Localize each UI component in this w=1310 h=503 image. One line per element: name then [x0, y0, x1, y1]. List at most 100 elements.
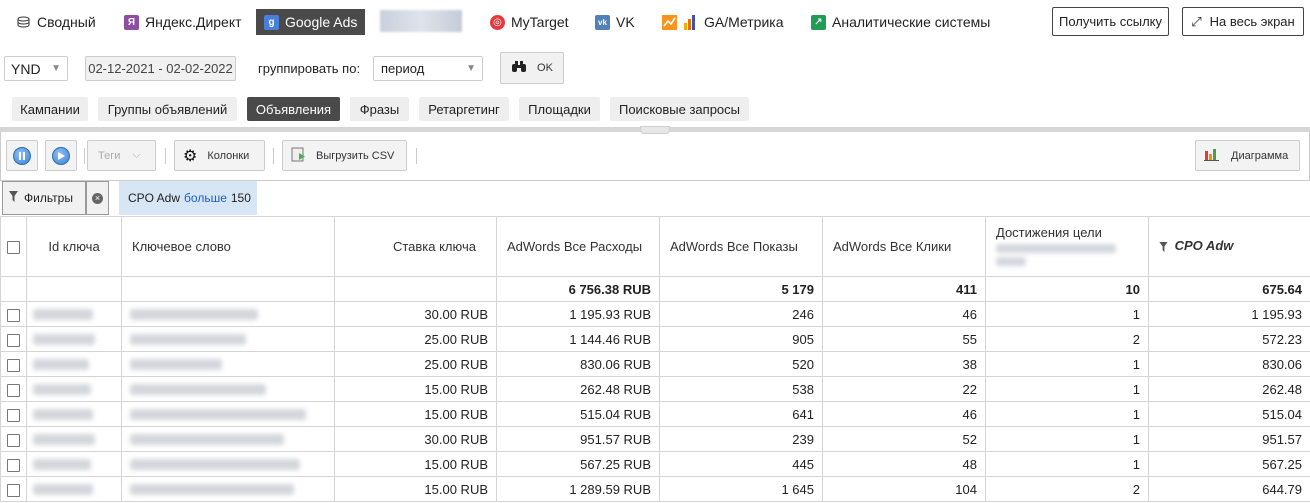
nav-item-vk[interactable]: vk VK	[595, 10, 635, 34]
cell-bid[interactable]: 15.00 RUB	[334, 401, 497, 427]
tab-label: Кампании	[20, 101, 80, 117]
tab-retargeting[interactable]: Ретаргетинг	[419, 97, 509, 121]
tab-search-queries[interactable]: Поисковые запросы	[610, 97, 749, 121]
tab-label: Группы объявлений	[107, 101, 228, 117]
cell-spend: 567.25 RUB	[496, 451, 660, 477]
tab-label: Фразы	[359, 101, 400, 117]
table-row[interactable]: 15.00 RUB 567.25 RUB 445 48 1 567.25	[0, 451, 1310, 477]
table-row[interactable]: 15.00 RUB 515.04 RUB 641 46 1 515.04	[0, 401, 1310, 427]
tab-ads[interactable]: Объявления	[247, 97, 340, 121]
nav-item-label: Google Ads	[285, 14, 358, 30]
row-checkbox[interactable]	[7, 458, 20, 472]
totals-clicks: 411	[822, 276, 986, 302]
group-by-select[interactable]: период ▼	[373, 56, 483, 81]
totals-spend: 6 756.38 RUB	[496, 276, 660, 302]
nav-item-google-ads[interactable]: g Google Ads	[256, 9, 366, 35]
header-cpo[interactable]: CPO Adw	[1148, 216, 1310, 277]
get-link-button[interactable]: Получить ссылку	[1052, 7, 1169, 36]
hidden-id	[33, 458, 91, 470]
filters-button[interactable]: Фильтры	[2, 181, 86, 215]
row-checkbox[interactable]	[7, 483, 20, 497]
currency-select[interactable]: YND ▼	[4, 56, 68, 81]
table-row[interactable]: 30.00 RUB 1 195.93 RUB 246 46 1 1 195.93	[0, 301, 1310, 327]
cell-goals: 2	[985, 326, 1149, 352]
cell-bid[interactable]: 15.00 RUB	[334, 376, 497, 402]
cell-keyword	[121, 326, 335, 352]
hidden-id	[33, 383, 91, 395]
cell-bid[interactable]: 25.00 RUB	[334, 326, 497, 352]
table-row[interactable]: 15.00 RUB 1 289.59 RUB 1 645 104 2 644.79	[0, 476, 1310, 502]
columns-button[interactable]: ⚙ Колонки	[174, 140, 265, 171]
nav-item-ga-metrika[interactable]: GA/Метрика	[662, 10, 784, 34]
divider	[84, 148, 85, 164]
cell-id	[26, 376, 122, 402]
header-label: Ключевое слово	[132, 239, 231, 254]
row-checkbox[interactable]	[7, 308, 20, 322]
cell-bid[interactable]: 30.00 RUB	[334, 426, 497, 452]
row-checkbox[interactable]	[7, 333, 20, 347]
tags-dropdown[interactable]: Теги ⌵	[87, 140, 156, 171]
cell-bid[interactable]: 15.00 RUB	[334, 451, 497, 477]
play-icon	[52, 146, 70, 165]
cell-keyword	[121, 451, 335, 477]
clear-filters-button[interactable]: ×	[86, 181, 109, 215]
divider	[416, 148, 417, 164]
row-checkbox[interactable]	[7, 408, 20, 422]
ok-button[interactable]: OK	[500, 52, 564, 84]
hidden-keyword	[130, 408, 306, 420]
row-checkbox[interactable]	[7, 358, 20, 372]
totals-empty	[121, 276, 335, 302]
fullscreen-button[interactable]: ⤢ На весь экран	[1182, 7, 1304, 36]
row-checkbox[interactable]	[7, 433, 20, 447]
cell-clicks: 46	[822, 401, 986, 427]
columns-label: Колонки	[207, 149, 250, 162]
header-spend[interactable]: AdWords Все Расходы	[496, 216, 660, 277]
date-range-picker[interactable]: 02-12-2021 - 02-02-2022	[85, 56, 236, 81]
header-goals[interactable]: Достижения цели	[985, 216, 1149, 277]
nav-item-yandex-direct[interactable]: Я Яндекс.Директ	[124, 10, 242, 34]
close-circle-icon: ×	[92, 192, 103, 204]
cell-clicks: 38	[822, 351, 986, 377]
table-row[interactable]: 25.00 RUB 1 144.46 RUB 905 55 2 572.23	[0, 326, 1310, 352]
row-select-cell	[0, 376, 27, 402]
cell-cpo: 830.06	[1148, 351, 1310, 377]
select-all-checkbox[interactable]	[7, 241, 20, 255]
header-clicks[interactable]: AdWords Все Клики	[822, 216, 986, 277]
cell-clicks: 55	[822, 326, 986, 352]
cell-bid[interactable]: 15.00 RUB	[334, 476, 497, 502]
tab-placements[interactable]: Площадки	[519, 97, 600, 121]
cell-goals: 1	[985, 451, 1149, 477]
tab-ad-groups[interactable]: Группы объявлений	[98, 97, 237, 121]
header-impressions[interactable]: AdWords Все Показы	[659, 216, 823, 277]
nav-item-label: VK	[616, 14, 635, 30]
cell-bid[interactable]: 25.00 RUB	[334, 351, 497, 377]
play-button[interactable]	[45, 140, 77, 171]
table-row[interactable]: 30.00 RUB 951.57 RUB 239 52 1 951.57	[0, 426, 1310, 452]
cell-bid[interactable]: 30.00 RUB	[334, 301, 497, 327]
header-label: CPO Adw	[1174, 238, 1234, 254]
chart-button[interactable]: Диаграмма	[1195, 140, 1300, 171]
table-row[interactable]: 15.00 RUB 262.48 RUB 538 22 1 262.48	[0, 376, 1310, 402]
funnel-icon	[1159, 240, 1168, 255]
nav-item-summary[interactable]: Сводный	[16, 10, 96, 34]
cell-keyword	[121, 301, 335, 327]
table-row[interactable]: 25.00 RUB 830.06 RUB 520 38 1 830.06	[0, 351, 1310, 377]
header-id[interactable]: Id ключа	[26, 216, 122, 277]
export-csv-button[interactable]: Выгрузить CSV	[282, 140, 407, 171]
hidden-id	[33, 483, 93, 495]
tab-phrases[interactable]: Фразы	[350, 97, 409, 121]
tab-campaigns[interactable]: Кампании	[12, 97, 88, 121]
binoculars-icon	[511, 60, 527, 76]
header-bid[interactable]: Ставка ключа	[334, 216, 497, 277]
nav-item-mytarget[interactable]: ◎ MyTarget	[490, 10, 569, 34]
header-keyword[interactable]: Ключевое слово	[121, 216, 335, 277]
filter-chip-cpo[interactable]: CPO Adw больше 150	[119, 181, 257, 215]
pause-button[interactable]	[6, 140, 38, 171]
row-checkbox[interactable]	[7, 383, 20, 397]
nav-item-label: MyTarget	[511, 14, 569, 30]
nav-item-analytics-systems[interactable]: ↗ Аналитические системы	[811, 10, 990, 34]
cell-cpo: 567.25	[1148, 451, 1310, 477]
hidden-keyword	[130, 358, 222, 370]
hidden-id	[33, 308, 93, 320]
totals-empty	[334, 276, 497, 302]
